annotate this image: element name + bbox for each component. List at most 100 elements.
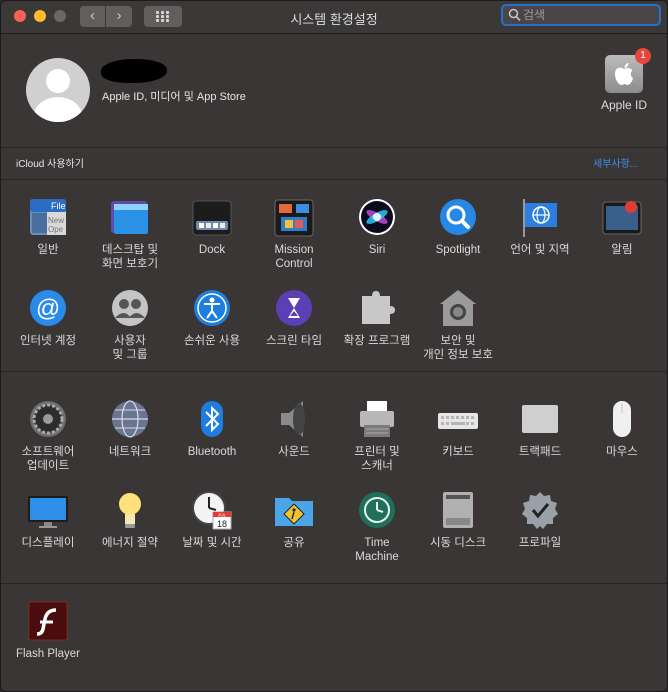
pref-bluetooth[interactable]: Bluetooth	[171, 399, 253, 459]
search-icon	[508, 8, 521, 22]
pref-extensions[interactable]: 확장 프로그램	[336, 288, 418, 348]
user-avatar[interactable]	[26, 58, 90, 122]
svg-text:New: New	[48, 216, 64, 225]
siri-icon	[356, 197, 398, 239]
pref-internet-accounts[interactable]: @ 인터넷 계정	[7, 288, 89, 348]
divider	[1, 147, 667, 148]
sharing-icon	[273, 490, 315, 532]
pref-trackpad[interactable]: 트랙패드	[499, 399, 581, 459]
pref-label: Time Machine	[355, 537, 399, 563]
pref-label: Siri	[368, 244, 386, 256]
profiles-icon	[519, 490, 561, 532]
pref-time-machine[interactable]: Time Machine	[336, 490, 418, 564]
search-field[interactable]	[501, 4, 661, 26]
pref-label: 스크린 타임	[265, 335, 323, 347]
spotlight-icon	[437, 197, 479, 239]
time-machine-icon	[356, 490, 398, 532]
notifications-icon	[601, 197, 643, 239]
keyboard-icon	[437, 399, 479, 441]
pref-network[interactable]: 네트워크	[89, 399, 171, 459]
pref-label: 일반	[37, 244, 59, 256]
pref-label: Flash Player	[16, 648, 80, 660]
apple-id-button[interactable]: 1 Apple ID	[594, 48, 654, 115]
dock-icon	[191, 197, 233, 239]
pref-label: 시동 디스크	[429, 537, 487, 549]
mouse-icon	[601, 399, 643, 441]
pref-spotlight[interactable]: Spotlight	[417, 197, 499, 257]
pref-accessibility[interactable]: 손쉬운 사용	[171, 288, 253, 348]
pref-users-groups[interactable]: 사용자 및 그룹	[89, 288, 171, 362]
pref-notifications[interactable]: 알림	[581, 197, 663, 257]
pref-label: 프로파일	[518, 537, 562, 549]
pref-label: 공유	[283, 537, 305, 549]
pref-printers-scanners[interactable]: 프린터 및 스캐너	[336, 399, 418, 473]
pref-desktop-screensaver[interactable]: 데스크탑 및 화면 보호기	[89, 197, 171, 271]
pref-dock[interactable]: Dock	[171, 197, 253, 257]
pref-label: 마우스	[606, 446, 638, 458]
language-region-icon	[519, 197, 561, 239]
redacted-user-name	[101, 59, 167, 83]
pref-security-privacy[interactable]: 보안 및 개인 정보 보호	[417, 288, 499, 362]
displays-icon	[27, 490, 69, 532]
apple-id-label: Apple ID	[600, 98, 648, 112]
pref-siri[interactable]: Siri	[336, 197, 418, 257]
pref-sound[interactable]: 사운드	[253, 399, 335, 459]
pref-mission-control[interactable]: Mission Control	[253, 197, 335, 271]
date-time-icon: JUL 18	[191, 490, 233, 532]
trackpad-icon	[519, 399, 561, 441]
icloud-details-link[interactable]: 세부사항...	[593, 155, 638, 170]
bluetooth-icon	[191, 399, 233, 441]
software-update-icon	[27, 399, 69, 441]
pref-displays[interactable]: 디스플레이	[7, 490, 89, 550]
pref-startup-disk[interactable]: 시동 디스크	[417, 490, 499, 550]
pref-label: Bluetooth	[187, 446, 237, 458]
pref-label: 사운드	[278, 446, 310, 458]
sound-icon	[273, 399, 315, 441]
divider	[1, 371, 667, 372]
system-preferences-window: ‹ › 시스템 환경설정 Apple ID, 미디어 및 App Store	[0, 0, 668, 692]
pref-general[interactable]: File New Ope 일반	[7, 197, 89, 257]
screen-time-icon	[273, 288, 315, 330]
pref-date-time[interactable]: JUL 18 날짜 및 시간	[171, 490, 253, 550]
energy-saver-icon	[109, 490, 151, 532]
pref-label: 트랙패드	[518, 446, 562, 458]
account-subtitle: Apple ID, 미디어 및 App Store	[102, 91, 246, 103]
pref-sharing[interactable]: 공유	[253, 490, 335, 550]
pref-keyboard[interactable]: 키보드	[417, 399, 499, 459]
pref-flash-player[interactable]: Flash Player	[7, 601, 89, 661]
divider	[1, 179, 667, 180]
pref-label: 네트워크	[108, 446, 152, 458]
search-input[interactable]	[523, 7, 653, 23]
network-icon	[109, 399, 151, 441]
svg-text:Ope: Ope	[48, 225, 64, 234]
divider	[1, 583, 667, 584]
internet-accounts-icon: @	[27, 288, 69, 330]
pref-label: 디스플레이	[21, 537, 75, 549]
users-groups-icon	[109, 288, 151, 330]
pref-label: 데스크탑 및 화면 보호기	[101, 244, 159, 270]
pref-energy-saver[interactable]: 에너지 절약	[89, 490, 171, 550]
svg-text:18: 18	[217, 519, 227, 529]
pref-profiles[interactable]: 프로파일	[499, 490, 581, 550]
pref-mouse[interactable]: 마우스	[581, 399, 663, 459]
pref-software-update[interactable]: 소프트웨어 업데이트	[7, 399, 89, 473]
pref-language-region[interactable]: 언어 및 지역	[499, 197, 581, 257]
pref-screen-time[interactable]: 스크린 타임	[253, 288, 335, 348]
pref-label: 사용자 및 그룹	[112, 335, 148, 361]
pref-label: 손쉬운 사용	[183, 335, 241, 347]
pref-label: 날짜 및 시간	[182, 537, 242, 549]
notification-badge: 1	[635, 48, 651, 64]
mission-control-icon	[273, 197, 315, 239]
pref-label: 언어 및 지역	[510, 244, 570, 256]
pref-label: Dock	[198, 244, 226, 256]
pref-label: 알림	[611, 244, 633, 256]
svg-text:File: File	[51, 201, 66, 211]
extensions-icon	[356, 288, 398, 330]
svg-text:JUL: JUL	[218, 513, 226, 518]
user-silhouette-icon	[34, 69, 82, 122]
svg-text:@: @	[36, 295, 60, 322]
pref-label: Mission Control	[274, 244, 314, 270]
pref-label: 인터넷 계정	[19, 335, 77, 347]
pref-label: Spotlight	[435, 244, 481, 256]
printers-scanners-icon	[356, 399, 398, 441]
